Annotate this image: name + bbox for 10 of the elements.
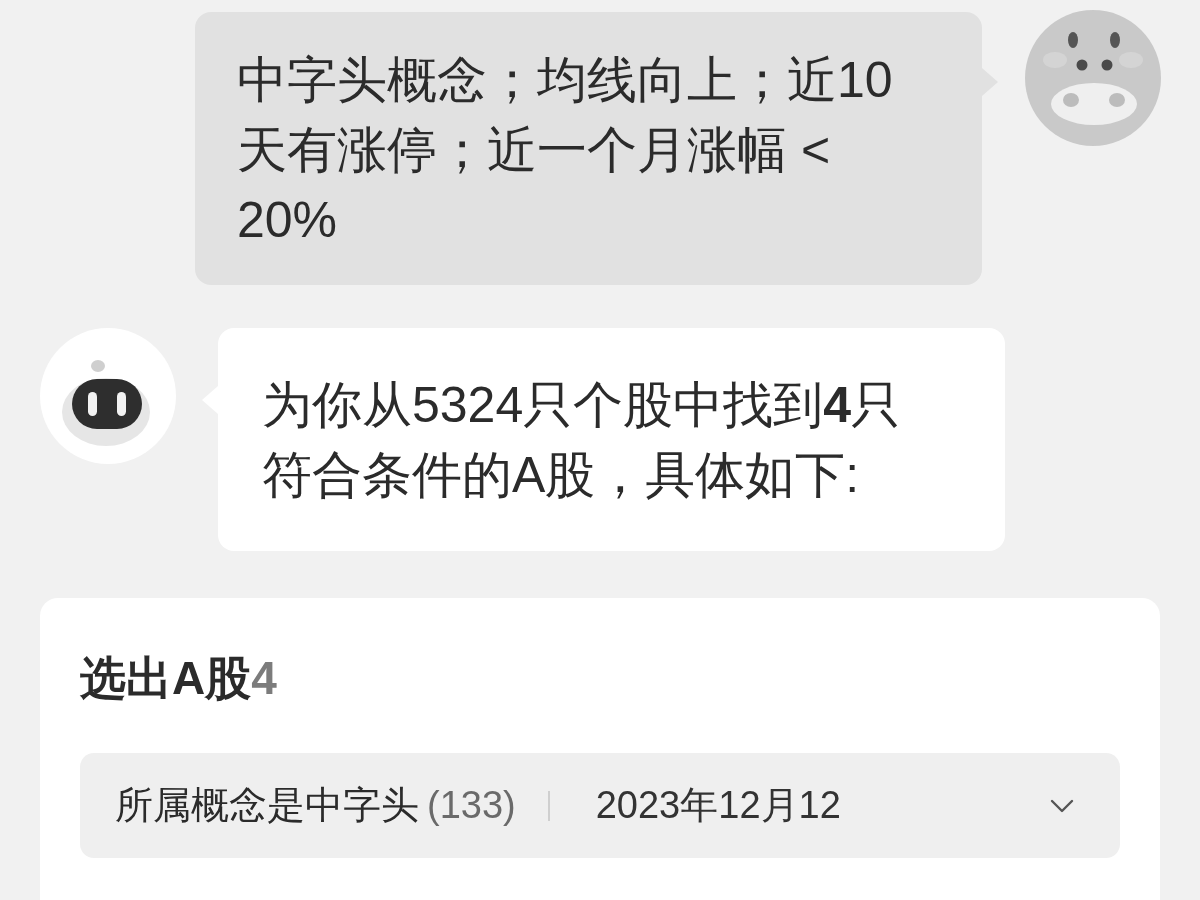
filter-condition[interactable]: 所属概念是中字头 — [115, 780, 419, 831]
match-count: (133) — [427, 784, 516, 827]
card-title: 选出A股 — [80, 651, 252, 706]
chevron-down-icon[interactable] — [1050, 798, 1074, 813]
result-count: 4 — [251, 651, 277, 706]
user-message: 中字头概念；均线向上；近10天有涨停；近一个月涨幅 < 20% — [195, 12, 982, 285]
date-condition[interactable]: 2023年12月12 — [595, 780, 841, 831]
bot-message: 为你从5324只个股中找到4只符合条件的A股，具体如下: — [218, 328, 1005, 551]
robot-avatar-icon — [40, 328, 176, 464]
cow-avatar-icon — [1025, 10, 1161, 146]
